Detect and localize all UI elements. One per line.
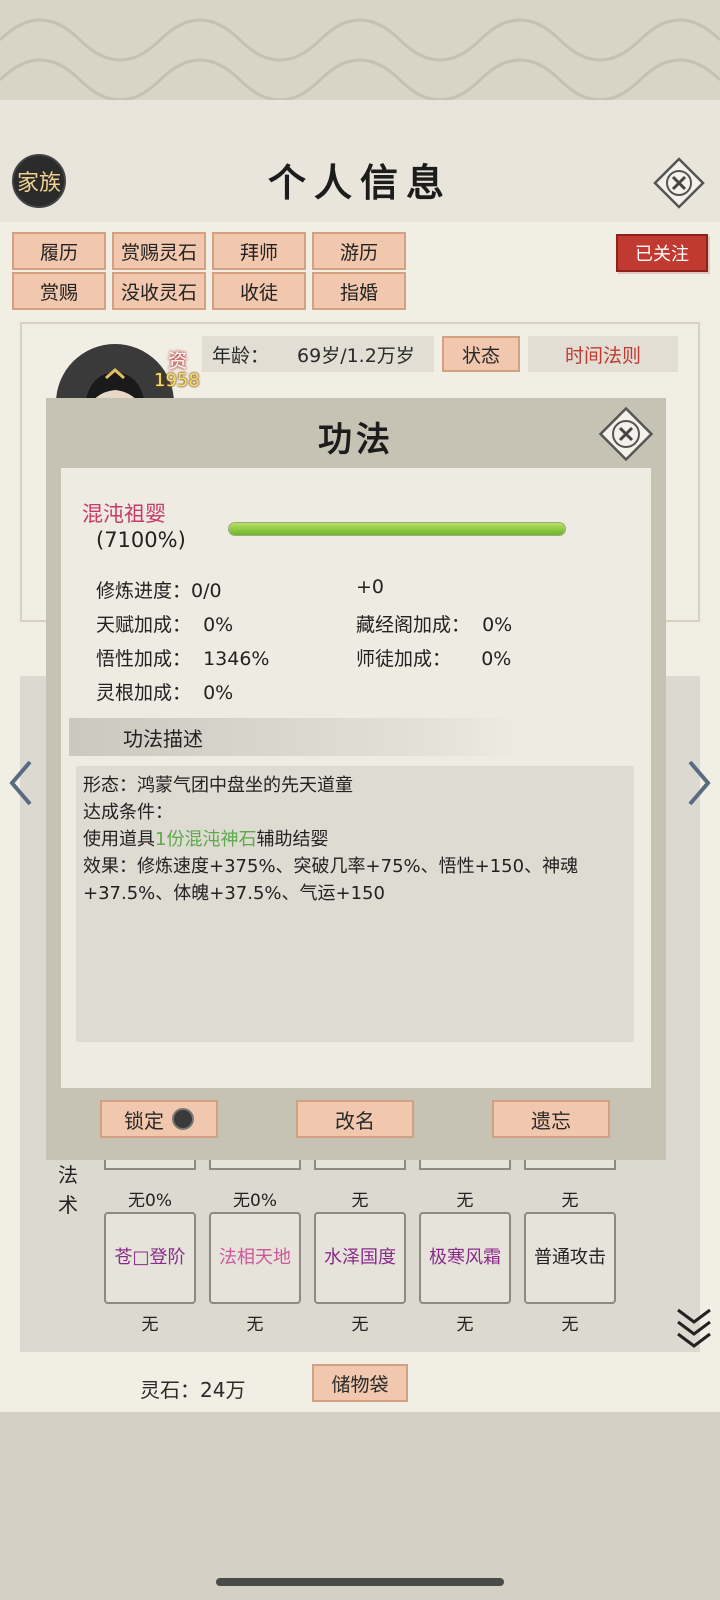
lock-label: 锁定 (124, 1108, 164, 1133)
skill-caption: 无 (456, 1315, 474, 1335)
skill-card[interactable]: 法相天地 (209, 1212, 301, 1304)
skill-name: 水泽国度 (324, 1247, 396, 1268)
description-form: 形态：鸿蒙气团中盘坐的先天道童 (83, 775, 353, 796)
skill-caption: 无 (141, 1315, 159, 1335)
talent-bonus: 天赋加成： 0% (96, 614, 234, 636)
lock-toggle-icon[interactable] (172, 1108, 194, 1130)
tab-apprentice-to[interactable]: 拜师 (212, 232, 306, 270)
tab-reward[interactable]: 赏赐 (12, 272, 106, 310)
tab-arrange-marriage[interactable]: 指婚 (312, 272, 406, 310)
tab-travel[interactable]: 游历 (312, 232, 406, 270)
skill-card[interactable]: 水泽国度 (314, 1212, 406, 1304)
age-value: 69岁/1.2万岁 (297, 344, 415, 367)
state-button[interactable]: 状态 (442, 336, 520, 372)
talent-label: 资 (168, 350, 188, 372)
chevron-double-down-icon[interactable] (674, 1306, 714, 1352)
cultivation-progress: 修炼进度：0/0 (96, 580, 222, 602)
description-use-line: 使用道具1份混沌神石辅助结婴 (83, 826, 627, 853)
cultivation-bonus: +0 (356, 576, 385, 598)
forget-button[interactable]: 遗忘 (492, 1100, 610, 1138)
page-title: 个人信息 (267, 160, 452, 205)
close-icon[interactable] (652, 156, 706, 210)
lower-area (0, 1412, 720, 1600)
next-arrow-icon[interactable] (684, 758, 714, 808)
time-law-button[interactable]: 时间法则 (528, 336, 678, 372)
description-condition-label: 达成条件： (83, 802, 173, 823)
progress-fill (229, 523, 565, 535)
description-effect: 效果：修炼速度+375%、突破几率+75%、悟性+150、神魂+37.5%、体魄… (83, 856, 579, 904)
skill-name: 极寒风霜 (429, 1247, 501, 1268)
followed-badge[interactable]: 已关注 (616, 234, 708, 272)
spells-section-label: 法术 (58, 1163, 78, 1217)
technique-progress-bar (228, 522, 566, 536)
skill-caption: 无0% (128, 1191, 172, 1211)
skill-name: 普通攻击 (534, 1247, 606, 1268)
use-prefix: 使用道具 (83, 829, 155, 850)
age-label: 年龄： (212, 344, 270, 367)
talent-value: 1958 (154, 370, 200, 391)
tab-take-disciple[interactable]: 收徒 (212, 272, 306, 310)
skill-card[interactable]: 极寒风霜 (419, 1212, 511, 1304)
description-heading: 功法描述 (69, 718, 519, 756)
skill-caption: 无 (561, 1191, 579, 1211)
skill-name: 法相天地 (219, 1247, 291, 1268)
skill-caption: 无 (456, 1191, 474, 1211)
skill-card[interactable]: 苍□登阶 (104, 1212, 196, 1304)
library-bonus: 藏经阁加成： 0% (356, 614, 513, 636)
skill-caption: 无 (246, 1315, 264, 1335)
root-bonus: 灵根加成： 0% (96, 682, 234, 704)
top-wave-banner (0, 0, 720, 100)
tab-reward-stones[interactable]: 赏赐灵石 (112, 232, 206, 270)
tab-resume[interactable]: 履历 (12, 232, 106, 270)
tab-confiscate-stones[interactable]: 没收灵石 (112, 272, 206, 310)
spirit-stones-count: 灵石：24万 (140, 1378, 246, 1402)
skill-name: 苍□登阶 (114, 1247, 186, 1268)
use-suffix: 辅助结婴 (256, 829, 329, 850)
technique-percent: (7100%) (96, 528, 186, 552)
description-box: 形态：鸿蒙气团中盘坐的先天道童 达成条件： 使用道具1份混沌神石辅助结婴 效果：… (76, 766, 634, 1042)
age-row: 年龄： 69岁/1.2万岁 (202, 336, 434, 372)
technique-modal: 功法 混沌祖婴 (7100%) 修炼进度：0/0 +0 天赋加成： 0% 藏经阁… (46, 398, 666, 1160)
prev-arrow-icon[interactable] (6, 758, 36, 808)
storage-bag-button[interactable]: 储物袋 (312, 1364, 408, 1402)
modal-title: 功法 (318, 420, 394, 460)
skill-caption: 无 (561, 1315, 579, 1335)
skill-card[interactable]: 普通攻击 (524, 1212, 616, 1304)
master-bonus: 师徒加成： 0% (356, 648, 512, 670)
technique-name: 混沌祖婴 (82, 502, 166, 526)
comprehension-bonus: 悟性加成： 1346% (96, 648, 270, 670)
lock-button[interactable]: 锁定 (100, 1100, 218, 1138)
skill-caption: 无0% (233, 1191, 277, 1211)
skill-caption: 无 (351, 1191, 369, 1211)
home-indicator[interactable] (216, 1578, 504, 1586)
close-icon[interactable] (598, 406, 654, 462)
rename-button[interactable]: 改名 (296, 1100, 414, 1138)
skill-caption: 无 (351, 1315, 369, 1335)
use-item: 1份混沌神石 (155, 829, 257, 850)
